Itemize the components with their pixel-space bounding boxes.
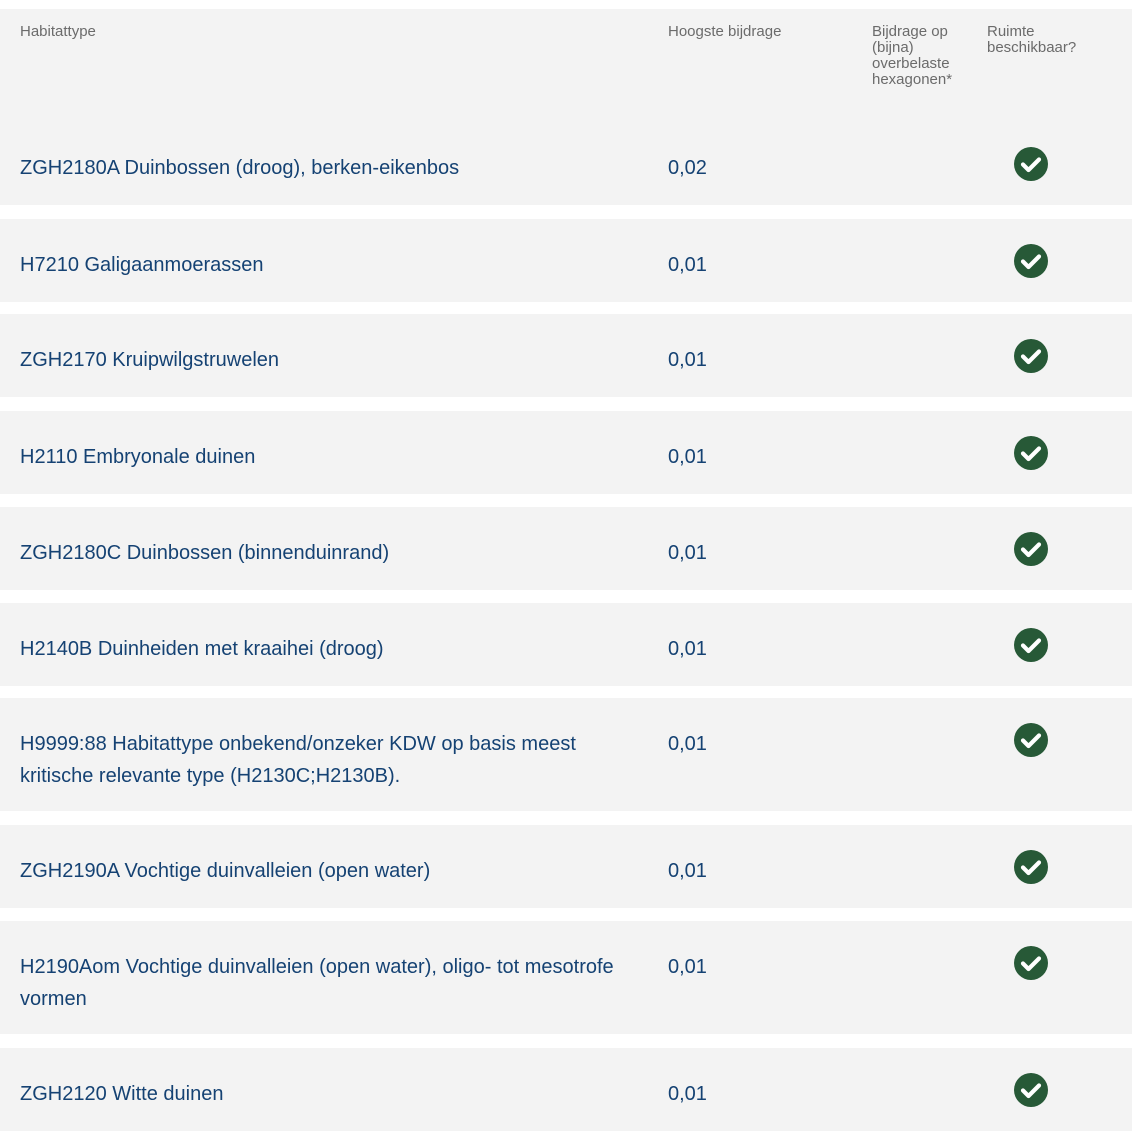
table-row[interactable]: ZGH2170 Kruipwilgstruwelen 0,01 xyxy=(0,314,1132,398)
habitat-name: H2140B Duinheiden met kraaihei (droog) xyxy=(20,638,384,660)
check-circle-icon xyxy=(1012,145,1050,183)
hoogste-bijdrage-value: 0,01 xyxy=(668,733,707,755)
header-hoogste-bijdrage[interactable]: Hoogste bijdrage xyxy=(668,24,858,40)
check-circle-icon xyxy=(1012,848,1050,886)
hoogste-bijdrage-value: 0,01 xyxy=(668,349,707,371)
table-row[interactable]: H9999:88 Habitattype onbekend/onzeker KD… xyxy=(0,698,1132,812)
habitat-name: ZGH2120 Witte duinen xyxy=(20,1083,224,1105)
header-over-line: Bijdrage op xyxy=(872,23,948,40)
habitat-table: Habitattype Hoogste bijdrage Bijdrage op… xyxy=(0,9,1132,1132)
hoogste-bijdrage-value: 0,01 xyxy=(668,956,707,978)
check-circle-icon-svg xyxy=(1014,532,1048,566)
hoogste-bijdrage-value: 0,01 xyxy=(668,542,707,564)
table-row[interactable]: ZGH2180A Duinbossen (droog), berken-eike… xyxy=(0,122,1132,206)
check-circle-icon xyxy=(1012,1071,1050,1109)
check-circle-icon xyxy=(1012,944,1050,982)
header-space-line: beschikbaar? xyxy=(987,39,1077,56)
check-circle-icon-svg xyxy=(1014,339,1048,373)
table-row[interactable]: H7210 Galigaanmoerassen 0,01 xyxy=(0,219,1132,303)
header-over-line: (bijna) xyxy=(872,39,914,56)
check-circle-icon-svg xyxy=(1014,244,1048,278)
habitat-name: H9999:88 Habitattype onbekend/onzeker KD… xyxy=(20,733,576,787)
hoogste-bijdrage-value: 0,01 xyxy=(668,1083,707,1105)
hoogste-bijdrage-value: 0,01 xyxy=(668,638,707,660)
table-row[interactable]: ZGH2120 Witte duinen 0,01 xyxy=(0,1048,1132,1132)
table-row[interactable]: H2110 Embryonale duinen 0,01 xyxy=(0,411,1132,495)
habitat-name: H7210 Galigaanmoerassen xyxy=(20,254,264,276)
header-habitattype[interactable]: Habitattype xyxy=(20,24,96,40)
header-over-line: overbelaste xyxy=(872,55,950,72)
check-circle-icon-svg xyxy=(1014,1073,1048,1107)
hoogste-bijdrage-value: 0,01 xyxy=(668,860,707,882)
hoogste-bijdrage-value: 0,01 xyxy=(668,446,707,468)
header-ruimte-beschikbaar[interactable]: Ruimte beschikbaar? xyxy=(987,24,1127,56)
check-circle-icon-svg xyxy=(1014,850,1048,884)
table-body: ZGH2180A Duinbossen (droog), berken-eike… xyxy=(0,122,1132,1132)
header-bijdrage-overbelaste[interactable]: Bijdrage op (bijna) overbelaste hexagone… xyxy=(872,24,982,88)
check-circle-icon xyxy=(1012,530,1050,568)
check-circle-icon xyxy=(1012,337,1050,375)
check-circle-icon xyxy=(1012,434,1050,472)
habitat-name: ZGH2180A Duinbossen (droog), berken-eike… xyxy=(20,157,460,179)
check-circle-icon xyxy=(1012,242,1050,280)
header-over-line: hexagonen* xyxy=(872,71,953,88)
habitat-name: ZGH2190A Vochtige duinvalleien (open wat… xyxy=(20,860,431,882)
check-circle-icon-svg xyxy=(1014,436,1048,470)
table-row[interactable]: H2140B Duinheiden met kraaihei (droog) 0… xyxy=(0,603,1132,687)
hoogste-bijdrage-value: 0,01 xyxy=(668,254,707,276)
header-space-line: Ruimte xyxy=(987,23,1035,40)
table-header: Habitattype Hoogste bijdrage Bijdrage op… xyxy=(0,9,1132,122)
check-circle-icon xyxy=(1012,721,1050,759)
habitat-name: H2190Aom Vochtige duinvalleien (open wat… xyxy=(20,956,614,1010)
table-row[interactable]: ZGH2180C Duinbossen (binnenduinrand) 0,0… xyxy=(0,507,1132,591)
check-circle-icon-svg xyxy=(1014,147,1048,181)
hoogste-bijdrage-value: 0,02 xyxy=(668,157,707,179)
check-circle-icon xyxy=(1012,626,1050,664)
table-row[interactable]: ZGH2190A Vochtige duinvalleien (open wat… xyxy=(0,825,1132,909)
check-circle-icon-svg xyxy=(1014,628,1048,662)
check-circle-icon-svg xyxy=(1014,946,1048,980)
table-row[interactable]: H2190Aom Vochtige duinvalleien (open wat… xyxy=(0,921,1132,1035)
habitat-name: H2110 Embryonale duinen xyxy=(20,446,256,468)
check-circle-icon-svg xyxy=(1014,723,1048,757)
habitat-name: ZGH2170 Kruipwilgstruwelen xyxy=(20,349,280,371)
habitat-name: ZGH2180C Duinbossen (binnenduinrand) xyxy=(20,542,390,564)
